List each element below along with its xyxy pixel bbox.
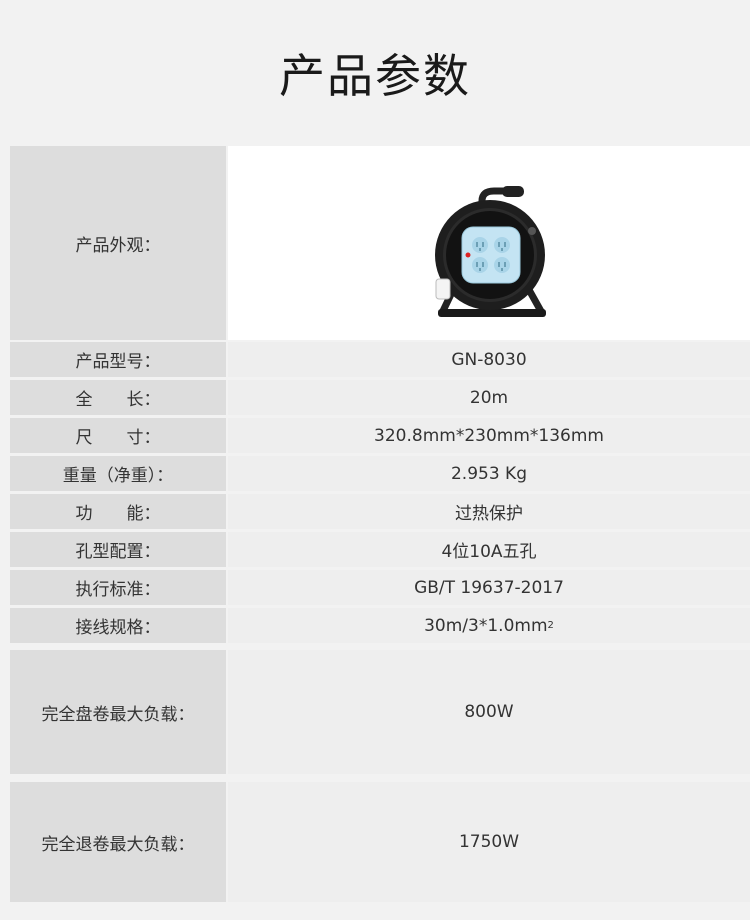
spec-value: 2.953 Kg	[228, 456, 750, 491]
spec-label: 重量（净重）：	[10, 456, 226, 491]
spec-row: 执行标准： GB/T 19637-2017	[10, 570, 750, 605]
spec-row: 接线规格： 30m/3*1.0mm 2	[10, 608, 750, 643]
page-title: 产品参数	[279, 49, 471, 103]
spec-row: 完全退卷最大负载： 1750W	[10, 782, 750, 902]
spec-label: 孔型配置：	[10, 532, 226, 567]
spec-row: 尺 寸： 320.8mm*230mm*136mm	[10, 418, 750, 453]
spec-value-image	[228, 146, 750, 340]
spec-value: 20m	[228, 380, 750, 415]
spec-label: 接线规格：	[10, 608, 226, 643]
spec-label: 完全退卷最大负载：	[10, 782, 226, 902]
spec-value: 320.8mm*230mm*136mm	[228, 418, 750, 453]
cable-reel-image	[435, 186, 546, 317]
spec-row: 功 能： 过热保护	[10, 494, 750, 529]
spec-value-superscript: 2	[547, 620, 554, 631]
spec-row: 重量（净重）： 2.953 Kg	[10, 456, 750, 491]
spec-row-appearance: 产品外观：	[10, 146, 750, 340]
spec-label: 全 长：	[10, 380, 226, 415]
spec-value: GB/T 19637-2017	[228, 570, 750, 605]
spec-label: 尺 寸：	[10, 418, 226, 453]
spec-row: 完全盘卷最大负载： 800W	[10, 650, 750, 774]
spec-label: 产品型号：	[10, 342, 226, 377]
spec-label: 产品外观：	[10, 146, 226, 340]
spec-label: 功 能：	[10, 494, 226, 529]
spec-value-text: 30m/3*1.0mm	[424, 615, 548, 636]
spec-label: 执行标准：	[10, 570, 226, 605]
spec-row: 全 长： 20m	[10, 380, 750, 415]
spec-value: GN-8030	[228, 342, 750, 377]
spec-row: 产品型号： GN-8030	[10, 342, 750, 377]
spec-value: 4位10A五孔	[228, 532, 750, 567]
spec-value: 800W	[228, 650, 750, 774]
spec-row: 孔型配置： 4位10A五孔	[10, 532, 750, 567]
spec-value: 30m/3*1.0mm 2	[228, 608, 750, 643]
spec-value: 过热保护	[228, 494, 750, 529]
spec-label: 完全盘卷最大负载：	[10, 650, 226, 774]
spec-value: 1750W	[228, 782, 750, 902]
